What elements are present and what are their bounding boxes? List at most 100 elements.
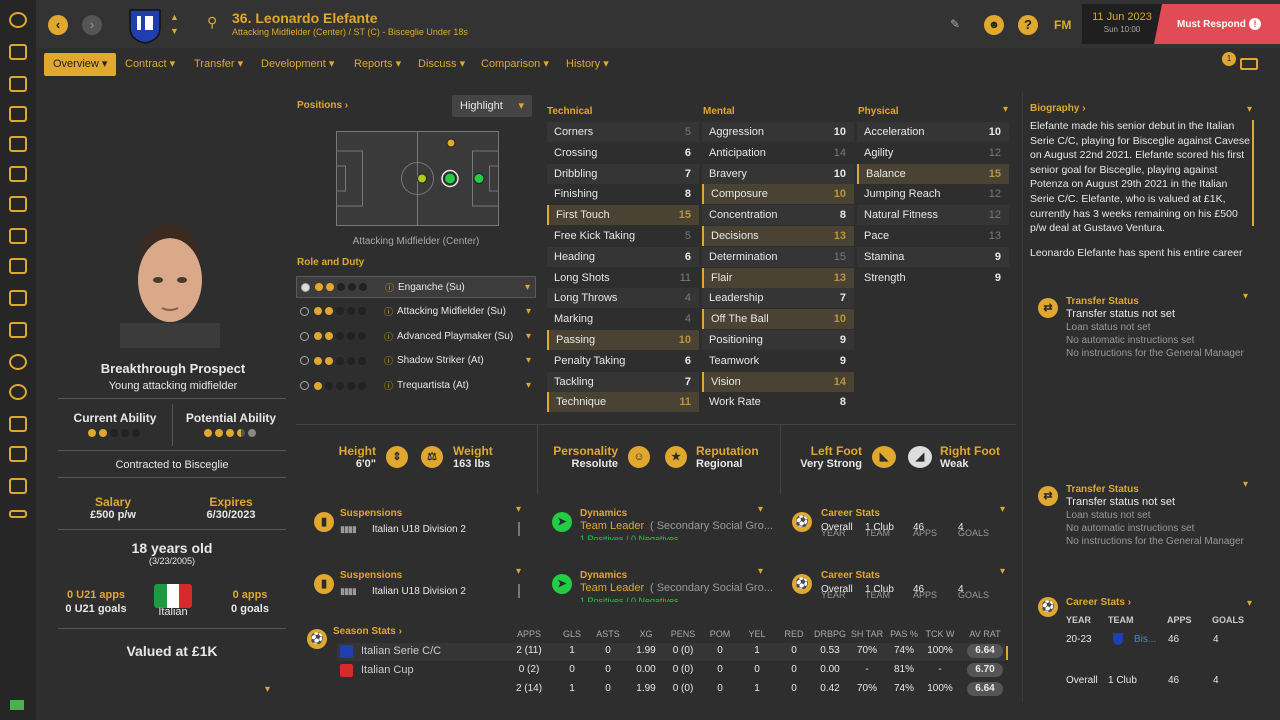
suspensions-title[interactable]: Suspensions — [340, 570, 402, 581]
edit-icon[interactable]: ✎ — [950, 17, 960, 31]
chevron-down-icon[interactable]: ▾ — [1243, 479, 1248, 490]
chevron-down-icon[interactable]: ▾ — [526, 326, 531, 348]
attribute-row[interactable]: Concentration 8 — [702, 205, 854, 226]
attribute-row[interactable]: Jumping Reach 12 — [857, 184, 1009, 205]
chevron-down-icon[interactable]: ▾ — [525, 277, 530, 299]
attribute-row[interactable]: Stamina 9 — [857, 246, 1009, 267]
chevron-down-icon[interactable]: ▾ — [1003, 104, 1008, 115]
scrollbar[interactable] — [1006, 646, 1008, 660]
attribute-row[interactable]: Free Kick Taking 5 — [547, 226, 699, 246]
attribute-row[interactable]: Vision 14 — [702, 371, 854, 392]
positions-title[interactable]: Positions › — [297, 100, 348, 111]
transfers-icon[interactable] — [9, 384, 27, 400]
attribute-row[interactable]: Tackling 7 — [547, 371, 699, 392]
calendar-icon[interactable] — [9, 290, 27, 306]
monitor-icon[interactable] — [1240, 58, 1258, 70]
dynamics-icon[interactable] — [9, 106, 27, 122]
info-icon[interactable]: ⓘ — [384, 326, 393, 348]
attribute-row[interactable]: Technique 11 — [547, 392, 699, 413]
attribute-row[interactable]: Marking 4 — [547, 309, 699, 330]
attribute-row[interactable]: Long Throws 4 — [547, 288, 699, 309]
info-icon[interactable]: ⓘ — [384, 350, 393, 372]
chevron-down-icon[interactable]: ▾ — [1243, 291, 1248, 302]
attribute-row[interactable]: Work Rate 8 — [702, 392, 854, 413]
chevron-down-icon[interactable]: ▾ — [1247, 104, 1252, 115]
finance-icon[interactable] — [9, 478, 27, 494]
role-row[interactable]: ⓘ Enganche (Su) ▾ — [296, 276, 536, 298]
attribute-row[interactable]: Determination 15 — [702, 246, 854, 267]
chevron-down-icon[interactable]: ▾ — [526, 375, 531, 397]
role-radio[interactable] — [300, 381, 309, 391]
chevron-up-icon[interactable]: ▲ — [170, 12, 179, 22]
chevron-down-icon[interactable]: ▾ — [265, 684, 270, 695]
transfer-status-title[interactable]: Transfer Status — [1066, 484, 1139, 495]
chevron-down-icon[interactable]: ▾ — [526, 350, 531, 372]
chevron-down-icon[interactable]: ▾ — [1247, 598, 1252, 609]
info-icon[interactable]: ⓘ — [384, 301, 393, 323]
attribute-row[interactable]: Pace 13 — [857, 226, 1009, 246]
club-icon[interactable] — [9, 416, 27, 432]
dev-icon[interactable] — [9, 510, 27, 518]
role-radio[interactable] — [300, 356, 309, 366]
attribute-row[interactable]: Acceleration 10 — [857, 122, 1009, 142]
highlight-dropdown[interactable]: Highlight ▾ — [452, 95, 532, 117]
tab-contract[interactable]: Contract ▾ — [116, 53, 184, 76]
transfer-status-title[interactable]: Transfer Status — [1066, 296, 1139, 307]
alert-icon[interactable] — [9, 136, 27, 152]
career-team[interactable]: Bis... — [1134, 634, 1156, 645]
dynamics-title[interactable]: Dynamics — [580, 570, 627, 581]
chevron-down-icon[interactable]: ▾ — [758, 566, 763, 577]
role-row[interactable]: ⓘ Shadow Striker (At) ▾ — [296, 350, 536, 372]
chevron-down-icon[interactable]: ▾ — [1000, 504, 1005, 515]
inbox-icon[interactable] — [9, 44, 27, 60]
attribute-row[interactable]: Leadership 7 — [702, 288, 854, 309]
attribute-row[interactable]: Composure 10 — [702, 184, 854, 205]
attribute-row[interactable]: Heading 6 — [547, 246, 699, 267]
role-row[interactable]: ⓘ Trequartista (At) ▾ — [296, 375, 536, 397]
role-radio[interactable] — [300, 331, 309, 341]
training-icon[interactable] — [9, 228, 27, 244]
squad-icon[interactable] — [9, 76, 27, 92]
tab-overview[interactable]: Overview ▾ — [44, 53, 117, 76]
role-row[interactable]: ⓘ Advanced Playmaker (Su) ▾ — [296, 326, 536, 348]
right-career-title[interactable]: Career Stats › — [1066, 597, 1131, 608]
attribute-row[interactable]: Decisions 13 — [702, 226, 854, 246]
chevron-down-icon[interactable]: ▾ — [516, 504, 521, 515]
tab-development[interactable]: Development ▾ — [252, 53, 343, 76]
attribute-row[interactable]: Positioning 9 — [702, 330, 854, 350]
scrollbar[interactable] — [1252, 120, 1254, 226]
career-stats-title[interactable]: Career Stats — [821, 570, 880, 581]
staff-icon[interactable] — [9, 196, 27, 212]
tab-transfer[interactable]: Transfer ▾ — [185, 53, 252, 76]
forward-icon[interactable]: › — [82, 15, 102, 35]
tab-discuss[interactable]: Discuss ▾ — [409, 53, 474, 76]
career-stats-title[interactable]: Career Stats — [821, 508, 880, 519]
back-icon[interactable]: ‹ — [48, 15, 68, 35]
attribute-row[interactable]: First Touch 15 — [547, 205, 699, 226]
suspensions-title[interactable]: Suspensions — [340, 508, 402, 519]
chevron-down-icon[interactable]: ▼ — [170, 26, 179, 36]
search-icon[interactable] — [9, 354, 27, 370]
chevron-down-icon[interactable]: ▾ — [1000, 566, 1005, 577]
briefcase-icon[interactable] — [9, 446, 27, 462]
attribute-row[interactable]: Agility 12 — [857, 142, 1009, 163]
attribute-row[interactable]: Teamwork 9 — [702, 350, 854, 371]
attribute-row[interactable]: Passing 10 — [547, 330, 699, 350]
role-row[interactable]: ⓘ Attacking Midfielder (Su) ▾ — [296, 301, 536, 323]
medical-icon[interactable] — [9, 258, 27, 274]
help-icon[interactable]: ? — [1018, 15, 1038, 35]
info-icon[interactable]: ⓘ — [384, 375, 393, 397]
attribute-row[interactable]: Anticipation 14 — [702, 142, 854, 163]
role-radio[interactable] — [300, 306, 309, 316]
attribute-row[interactable]: Penalty Taking 6 — [547, 350, 699, 371]
attribute-row[interactable]: Balance 15 — [857, 163, 1009, 184]
chevron-down-icon[interactable]: ▾ — [526, 301, 531, 323]
tab-reports[interactable]: Reports ▾ — [345, 53, 410, 76]
home-icon[interactable] — [9, 12, 27, 28]
biography-title[interactable]: Biography › — [1030, 103, 1086, 114]
attribute-row[interactable]: Strength 9 — [857, 267, 1009, 288]
attribute-row[interactable]: Dribbling 7 — [547, 163, 699, 184]
trophy-icon[interactable] — [9, 322, 27, 338]
attribute-row[interactable]: Long Shots 11 — [547, 267, 699, 288]
season-stats-title[interactable]: Season Stats › — [333, 626, 402, 637]
